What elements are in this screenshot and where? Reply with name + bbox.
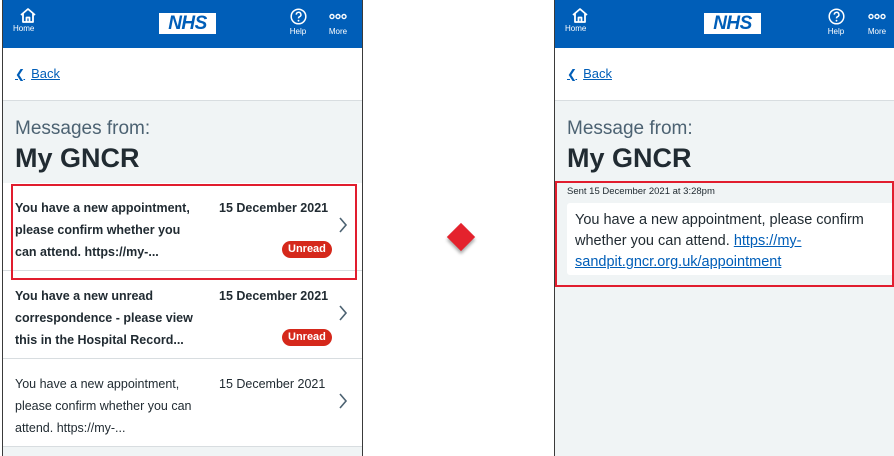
back-bar: ❮ Back <box>555 48 894 101</box>
more-icon <box>329 13 347 20</box>
back-label: Back <box>583 66 612 81</box>
nhs-logo: NHS <box>159 13 216 34</box>
message-list: You have a new appointment, please confi… <box>3 183 362 447</box>
chevron-right-icon <box>339 217 348 233</box>
more-icon <box>868 13 886 20</box>
more-label: More <box>867 27 887 36</box>
more-label: More <box>328 27 348 36</box>
message-date: 15 December 2021 <box>219 201 329 215</box>
unread-badge: Unread <box>282 329 332 346</box>
message-body-card: You have a new appointment, please confi… <box>567 203 894 275</box>
help-icon <box>827 8 845 25</box>
page-subtitle: Messages from: <box>15 118 151 139</box>
nhs-logo: NHS <box>704 13 761 34</box>
unread-badge: Unread <box>282 241 332 258</box>
message-list-item[interactable]: You have a new appointment, please confi… <box>3 183 362 271</box>
home-label: Home <box>565 24 587 33</box>
top-navigation-bar: Home NHS Help More <box>3 0 362 48</box>
home-button[interactable]: Home <box>565 7 595 33</box>
page-subtitle: Message from: <box>567 118 693 139</box>
chevron-right-icon <box>339 305 348 321</box>
more-button[interactable]: More <box>864 8 890 36</box>
message-preview: You have a new appointment, please confi… <box>15 377 192 435</box>
top-navigation-bar: Home NHS Help More <box>555 0 894 48</box>
message-list-item[interactable]: You have a new appointment, please confi… <box>3 359 362 447</box>
home-label: Home <box>13 24 35 33</box>
message-date: 15 December 2021 <box>219 289 329 303</box>
message-preview: You have a new appointment, please confi… <box>15 201 190 259</box>
more-button[interactable]: More <box>325 8 351 36</box>
chevron-right-icon <box>339 393 348 409</box>
back-link[interactable]: ❮ Back <box>567 66 612 81</box>
home-icon <box>572 8 588 23</box>
message-detail-screen: Home NHS Help More ❮ Back Message from: <box>554 0 894 456</box>
back-link[interactable]: ❮ Back <box>15 66 60 81</box>
sent-timestamp: Sent 15 December 2021 at 3:28pm <box>567 186 715 197</box>
help-icon <box>289 8 307 25</box>
page-title: My GNCR <box>15 143 140 173</box>
page-title: My GNCR <box>567 143 692 173</box>
message-list-screen: Home NHS Help More ❮ Back Messages from: <box>2 0 363 456</box>
home-button[interactable]: Home <box>13 7 43 33</box>
transition-arrow-icon <box>446 222 476 252</box>
help-label: Help <box>827 27 845 36</box>
message-preview: You have a new unread correspondence - p… <box>15 289 193 347</box>
message-list-item[interactable]: You have a new unread correspondence - p… <box>3 271 362 359</box>
back-bar: ❮ Back <box>3 48 362 101</box>
back-label: Back <box>31 66 60 81</box>
home-icon <box>20 8 36 23</box>
chevron-left-icon: ❮ <box>567 66 578 81</box>
chevron-left-icon: ❮ <box>15 66 26 81</box>
message-body-text: You have a new appointment, please confi… <box>575 212 864 249</box>
help-label: Help <box>289 27 307 36</box>
help-button[interactable]: Help <box>286 8 310 36</box>
message-date: 15 December 2021 <box>219 377 326 391</box>
help-button[interactable]: Help <box>824 8 848 36</box>
